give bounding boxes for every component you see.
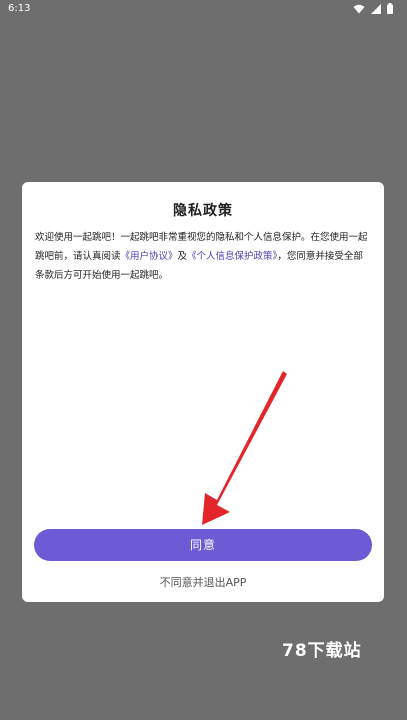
battery-icon (387, 3, 393, 14)
signal-icon (371, 3, 381, 14)
status-time: 6:13 (8, 3, 31, 14)
status-bar: 6:13 (0, 0, 407, 18)
user-agreement-link[interactable]: 《用户协议》 (121, 251, 178, 262)
wifi-icon (353, 4, 365, 14)
watermark: 78下载站 (282, 641, 362, 661)
dialog-body: 欢迎使用一起跳吧！一起跳吧非常重视您的隐私和个人信息保护。在您使用一起跳吧前，请… (35, 228, 371, 285)
status-icons (353, 3, 393, 14)
disagree-exit-button[interactable]: 不同意并退出APP (22, 574, 384, 590)
and-text: 及 (177, 251, 188, 262)
dialog-title: 隐私政策 (173, 203, 233, 219)
privacy-policy-link[interactable]: 《个人信息保护政策》 (187, 251, 277, 262)
agree-button[interactable]: 同意 (34, 529, 372, 561)
